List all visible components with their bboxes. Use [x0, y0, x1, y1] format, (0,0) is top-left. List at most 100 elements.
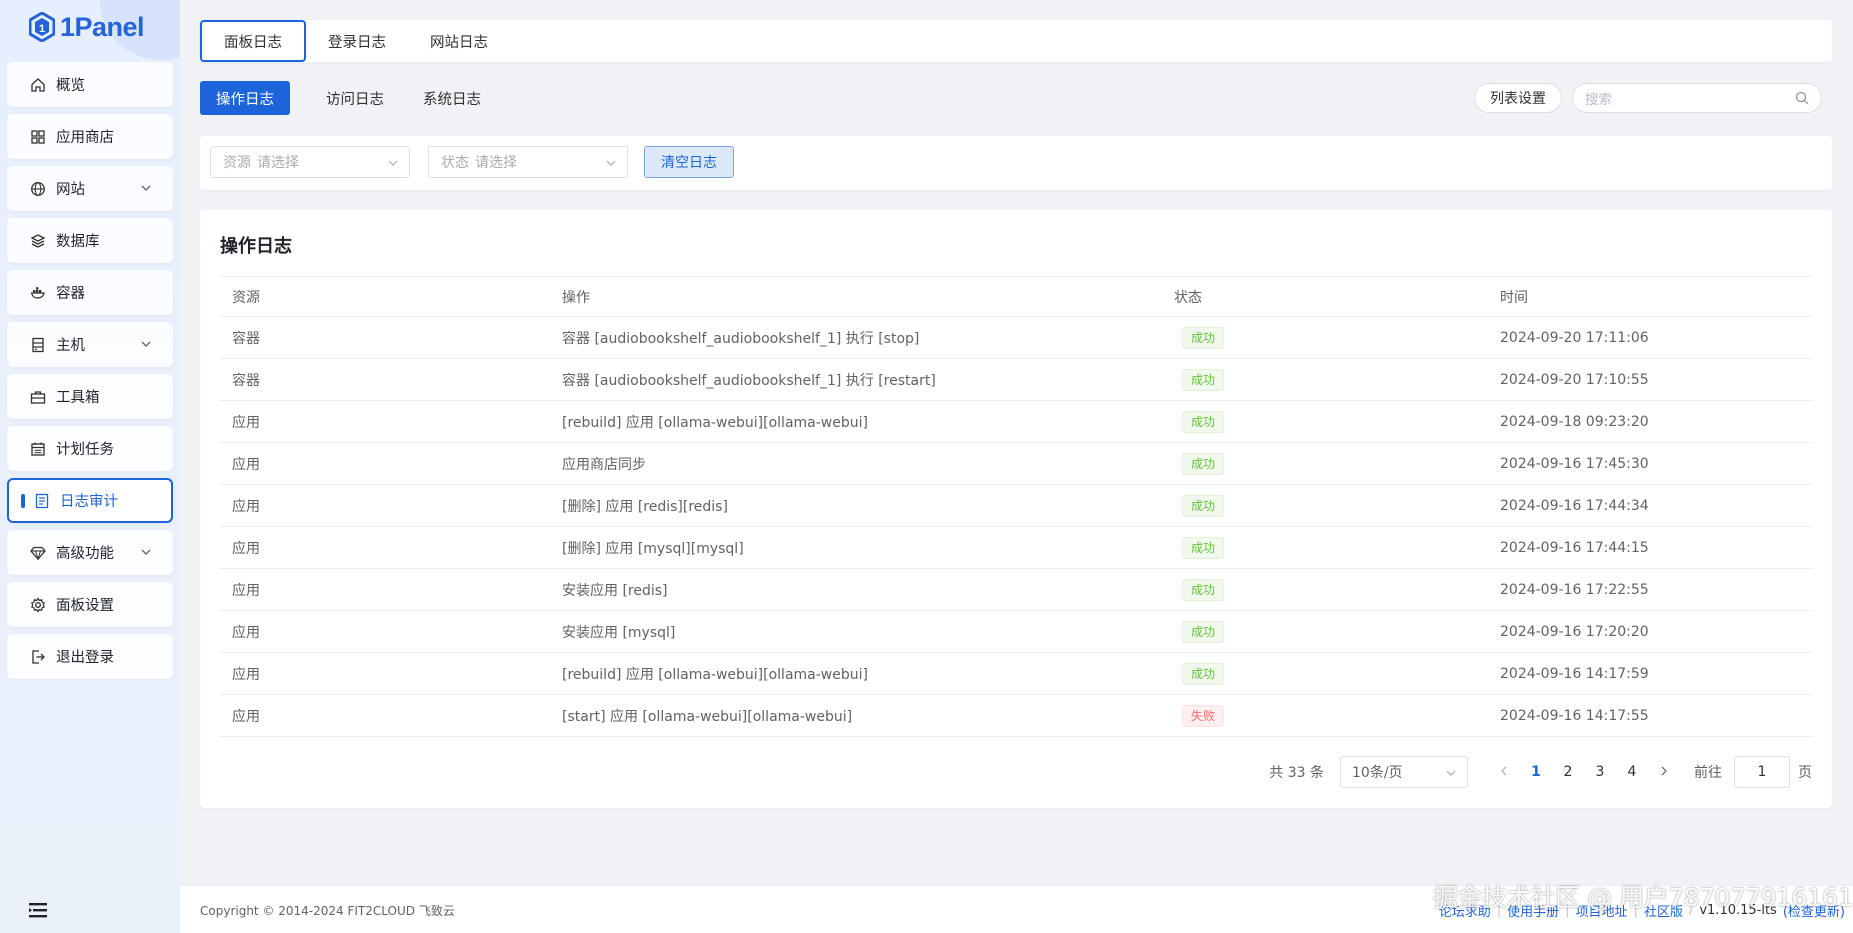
cell-status: 成功	[1162, 610, 1488, 653]
total-count: 共 33 条	[1269, 765, 1324, 781]
chevron-down-icon	[139, 181, 153, 195]
sidebar-item-docker[interactable]: 容器	[7, 270, 173, 315]
cell-resource: 应用	[220, 568, 550, 611]
column-header-action[interactable]: 操作	[550, 276, 1162, 317]
watermark: 掘金技术社区 @ 用户787077916161	[1432, 883, 1853, 912]
app-logo[interactable]: 1 1Panel	[28, 8, 145, 46]
sidebar-item-server[interactable]: 主机	[7, 322, 173, 367]
chevron-down-icon	[139, 545, 153, 559]
sidebar-item-label: 网站	[56, 182, 85, 198]
sidebar-item-log[interactable]: 日志审计	[7, 478, 173, 523]
cell-status: 成功	[1162, 316, 1488, 359]
cell-time: 2024-09-16 14:17:59	[1488, 652, 1813, 695]
status-select[interactable]: 状态 请选择	[428, 146, 628, 178]
clear-log-button[interactable]: 清空日志	[644, 146, 734, 178]
logout-icon	[29, 648, 47, 666]
table-row: 应用 [start] 应用 [ollama-webui][ollama-webui…	[220, 694, 1813, 737]
cell-time: 2024-09-16 17:22:55	[1488, 568, 1813, 611]
subtab-access-log[interactable]: 访问日志	[326, 81, 384, 115]
chevron-down-icon	[605, 157, 617, 169]
goto-page-input[interactable]: 1	[1734, 756, 1790, 788]
cell-action: [rebuild] 应用 [ollama-webui][ollama-webui…	[550, 400, 1162, 443]
cell-status: 失败	[1162, 694, 1488, 737]
cell-status: 成功	[1162, 526, 1488, 569]
cell-action: 容器 [audiobookshelf_audiobookshelf_1] 执行 …	[550, 316, 1162, 359]
chevron-down-icon	[1445, 767, 1457, 779]
table-row: 应用 [rebuild] 应用 [ollama-webui][ollama-web…	[220, 400, 1813, 443]
sidebar-item-diamond[interactable]: 高级功能	[7, 530, 173, 575]
cell-status: 成功	[1162, 442, 1488, 485]
page-number[interactable]: 3	[1584, 764, 1616, 780]
copyright: Copyright © 2014-2024 FIT2CLOUD 飞致云	[200, 904, 455, 918]
column-header-status[interactable]: 状态	[1162, 276, 1488, 317]
table-row: 容器 容器 [audiobookshelf_audiobookshelf_1] 执…	[220, 358, 1813, 401]
sub-toolbar: 操作日志 访问日志 系统日志 列表设置 搜索	[200, 81, 1832, 115]
tab-website-log[interactable]: 网站日志	[408, 20, 510, 62]
tab-login-log[interactable]: 登录日志	[306, 20, 408, 62]
sidebar-menu: 概览应用商店网站数据库容器主机工具箱计划任务日志审计高级功能面板设置退出登录	[7, 62, 173, 686]
sidebar-item-label: 计划任务	[56, 442, 114, 458]
cell-status: 成功	[1162, 652, 1488, 695]
sidebar-item-label: 应用商店	[56, 130, 114, 146]
subtab-operation-log[interactable]: 操作日志	[200, 81, 290, 115]
search-icon[interactable]	[1795, 91, 1809, 105]
table-row: 应用 应用商店同步 成功 2024-09-16 17:45:30	[220, 442, 1813, 485]
sidebar-item-gear[interactable]: 面板设置	[7, 582, 173, 627]
app-name: 1Panel	[60, 11, 145, 42]
sidebar-item-label: 日志审计	[60, 494, 118, 510]
table-body: 容器 容器 [audiobookshelf_audiobookshelf_1] 执…	[220, 316, 1813, 737]
gear-icon	[29, 596, 47, 614]
cell-action: [start] 应用 [ollama-webui][ollama-webui]	[550, 694, 1162, 737]
sidebar-item-layers[interactable]: 数据库	[7, 218, 173, 263]
cell-time: 2024-09-16 14:17:55	[1488, 694, 1813, 737]
cell-status: 成功	[1162, 568, 1488, 611]
status-badge: 成功	[1182, 494, 1225, 517]
collapse-menu-icon[interactable]	[28, 902, 48, 918]
chevron-down-icon	[387, 157, 399, 169]
status-badge: 成功	[1182, 578, 1225, 601]
search-input[interactable]: 搜索	[1572, 83, 1822, 113]
goto-suffix: 页	[1798, 765, 1812, 781]
logo-icon: 1	[28, 12, 56, 42]
tab-panel-log[interactable]: 面板日志	[200, 20, 306, 62]
status-badge: 成功	[1182, 368, 1225, 391]
top-tabs: 面板日志 登录日志 网站日志	[200, 20, 1832, 62]
status-badge: 成功	[1182, 536, 1225, 559]
page-size-select[interactable]: 10条/页	[1340, 756, 1468, 788]
sidebar: 1 1Panel 概览应用商店网站数据库容器主机工具箱计划任务日志审计高级功能面…	[0, 0, 180, 933]
main-content: 面板日志 登录日志 网站日志 操作日志 访问日志 系统日志 列表设置 搜索 资源…	[180, 0, 1853, 933]
page-number[interactable]: 2	[1552, 764, 1584, 780]
column-header-resource[interactable]: 资源	[220, 276, 550, 317]
cell-resource: 应用	[220, 400, 550, 443]
column-header-time[interactable]: 时间	[1488, 276, 1813, 317]
cell-status: 成功	[1162, 400, 1488, 443]
pagination: 共 33 条 10条/页 1 2 3 4 前往 1 页	[1269, 756, 1812, 788]
sidebar-item-globe[interactable]: 网站	[7, 166, 173, 211]
sidebar-item-logout[interactable]: 退出登录	[7, 634, 173, 679]
cell-resource: 容器	[220, 358, 550, 401]
cell-time: 2024-09-16 17:45:30	[1488, 442, 1813, 485]
sidebar-item-grid[interactable]: 应用商店	[7, 114, 173, 159]
table-header-row: 资源 操作 状态 时间	[220, 276, 1813, 317]
cell-resource: 应用	[220, 442, 550, 485]
sidebar-item-calendar[interactable]: 计划任务	[7, 426, 173, 471]
subtab-system-log[interactable]: 系统日志	[423, 81, 481, 115]
cell-time: 2024-09-20 17:11:06	[1488, 316, 1813, 359]
prev-page-icon[interactable]	[1488, 764, 1520, 780]
table-title: 操作日志	[220, 236, 292, 257]
status-badge: 失败	[1182, 704, 1225, 727]
status-badge: 成功	[1182, 326, 1225, 349]
column-settings-button[interactable]: 列表设置	[1474, 83, 1562, 113]
table-row: 应用 安装应用 [redis] 成功 2024-09-16 17:22:55	[220, 568, 1813, 611]
sidebar-item-toolbox[interactable]: 工具箱	[7, 374, 173, 419]
cell-time: 2024-09-18 09:23:20	[1488, 400, 1813, 443]
cell-resource: 应用	[220, 652, 550, 695]
filter-bar: 资源 请选择 状态 请选择 清空日志	[200, 136, 1832, 190]
resource-select[interactable]: 资源 请选择	[210, 146, 410, 178]
page-number[interactable]: 1	[1520, 764, 1552, 780]
page-number[interactable]: 4	[1616, 764, 1648, 780]
sidebar-item-home[interactable]: 概览	[7, 62, 173, 107]
cell-resource: 应用	[220, 694, 550, 737]
next-page-icon[interactable]	[1648, 764, 1680, 780]
log-table-card: 操作日志 资源 操作 状态 时间 容器 容器 [audiobookshelf_au…	[200, 210, 1832, 808]
